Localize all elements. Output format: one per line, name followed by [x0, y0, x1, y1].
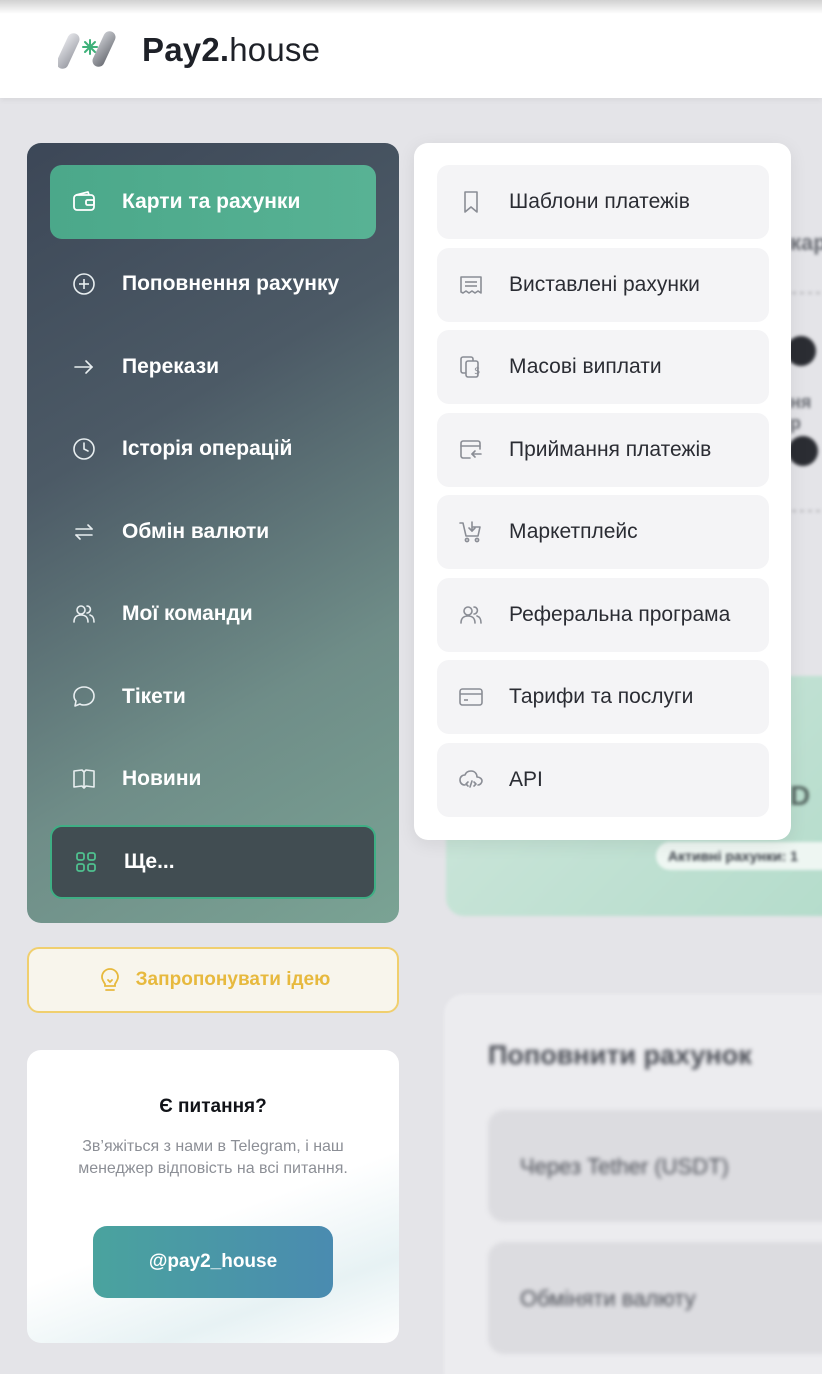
sidebar-item-cards-accounts[interactable]: Карти та рахунки	[50, 165, 376, 239]
support-text: Зв’яжіться з нами в Telegram, і наш мене…	[78, 1138, 348, 1177]
menu-item-payment-templates[interactable]: Шаблони платежів	[437, 165, 769, 239]
sidebar-item-label: Поповнення рахунку	[122, 272, 340, 295]
bg-divider	[792, 292, 822, 294]
logo-icon	[58, 31, 116, 69]
sidebar-item-exchange[interactable]: Обмін валюти	[50, 495, 376, 569]
bg-currency: D	[790, 780, 811, 811]
bg-active-accounts-chip: Активні рахунки: 1	[656, 842, 822, 870]
suggest-idea-label: Запропонувати ідею	[135, 969, 331, 990]
sidebar-item-label: Обмін валюти	[122, 520, 270, 543]
sidebar-nav: Карти та рахунки Поповнення рахунку Пере…	[27, 143, 399, 923]
lightbulb-icon	[100, 968, 119, 991]
users-icon	[70, 600, 98, 628]
sidebar-item-history[interactable]: Історія операцій	[50, 412, 376, 486]
bg-fragment: кар	[790, 230, 822, 255]
sidebar-item-label: Ще...	[124, 850, 175, 873]
telegram-button[interactable]: @pay2_house	[93, 1226, 333, 1298]
menu-item-api[interactable]: API	[437, 743, 769, 817]
menu-item-referral[interactable]: Реферальна програма	[437, 578, 769, 652]
exchange-icon	[70, 518, 98, 546]
bg-topup-row: Через Tether (USDT)	[488, 1110, 822, 1222]
menu-item-label: API	[509, 768, 543, 791]
chat-icon	[70, 683, 98, 711]
bookmark-icon	[457, 188, 485, 216]
users-icon	[457, 601, 485, 629]
sidebar-item-label: Тікети	[122, 685, 186, 708]
menu-item-marketplace[interactable]: Маркетплейс	[437, 495, 769, 569]
menu-item-label: Масові виплати	[509, 355, 662, 378]
sidebar-item-label: Мої команди	[122, 602, 253, 625]
invoice-icon	[457, 271, 485, 299]
sidebar-item-news[interactable]: Новини	[50, 742, 376, 816]
brand-name: Pay2.house	[142, 31, 321, 68]
menu-item-label: Виставлені рахунки	[509, 273, 700, 296]
sidebar-item-label: Новини	[122, 767, 202, 790]
svg-text:$: $	[474, 366, 480, 377]
menu-item-tariffs[interactable]: Тарифи та послуги	[437, 660, 769, 734]
plus-circle-icon	[70, 270, 98, 298]
menu-item-label: Приймання платежів	[509, 438, 712, 461]
support-card: Є питання? Зв’яжіться з нами в Telegram,…	[27, 1050, 399, 1343]
menu-item-label: Маркетплейс	[509, 520, 638, 543]
clock-icon	[70, 435, 98, 463]
menu-item-accept-payments[interactable]: Приймання платежів	[437, 413, 769, 487]
bg-divider	[792, 510, 822, 512]
arrow-right-icon	[70, 353, 98, 381]
header: Pay2.house	[0, 0, 822, 98]
wallet-icon	[70, 188, 98, 216]
menu-item-label: Тарифи та послуги	[509, 685, 694, 708]
bg-avatar	[788, 436, 818, 466]
sidebar-item-more[interactable]: Ще...	[50, 825, 376, 899]
suggest-idea-button[interactable]: Запропонувати ідею	[27, 947, 399, 1013]
sidebar-item-teams[interactable]: Мої команди	[50, 577, 376, 651]
bg-topup-row: Обміняти валюту	[488, 1242, 822, 1354]
bg-topup-title: Поповнити рахунок	[488, 1040, 752, 1070]
grid-icon	[72, 848, 100, 876]
card-icon	[457, 683, 485, 711]
cart-icon	[457, 518, 485, 546]
sidebar-item-tickets[interactable]: Тікети	[50, 660, 376, 734]
support-title: Є питання?	[159, 1096, 267, 1117]
cloud-code-icon	[457, 766, 485, 794]
bg-fragment: ня р	[790, 392, 812, 433]
sidebar-item-topup[interactable]: Поповнення рахунку	[50, 247, 376, 321]
card-receive-icon	[457, 436, 485, 464]
menu-item-label: Шаблони платежів	[509, 190, 690, 213]
sidebar-item-label: Історія операцій	[122, 437, 293, 460]
menu-item-mass-payouts[interactable]: $ Масові виплати	[437, 330, 769, 404]
menu-item-invoices[interactable]: Виставлені рахунки	[437, 248, 769, 322]
sidebar-item-transfers[interactable]: Перекази	[50, 330, 376, 404]
more-menu: Шаблони платежів Виставлені рахунки $ Ма…	[414, 143, 791, 840]
menu-item-label: Реферальна програма	[509, 603, 731, 626]
sidebar-item-label: Перекази	[122, 355, 220, 378]
sidebar-item-label: Карти та рахунки	[122, 190, 301, 213]
book-icon	[70, 765, 98, 793]
logo[interactable]: Pay2.house	[58, 28, 320, 72]
mass-payout-icon: $	[457, 353, 485, 381]
